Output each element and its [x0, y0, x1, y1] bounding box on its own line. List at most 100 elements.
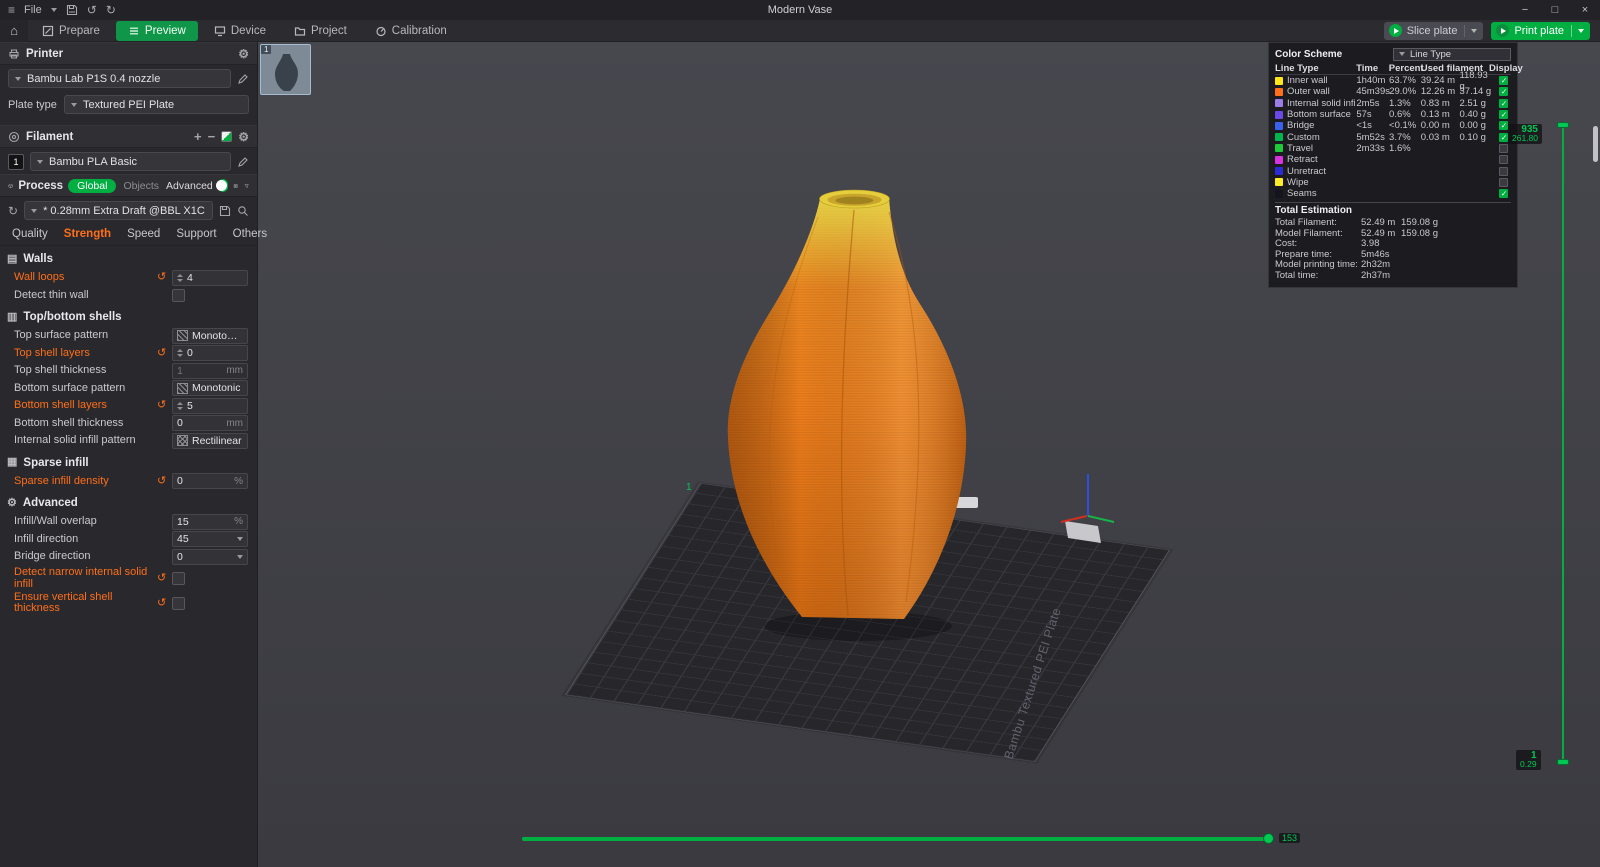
printer-preset-dropdown[interactable]: Bambu Lab P1S 0.4 nozzle [8, 69, 231, 88]
display-checkbox[interactable] [1498, 189, 1509, 199]
bottom-shell-layers-input[interactable]: 5 [172, 397, 248, 414]
infill-direction-input[interactable]: 45 [172, 531, 248, 548]
search-params-icon[interactable] [237, 205, 249, 217]
bridge-direction-input[interactable]: 0 [172, 548, 248, 565]
tab-device[interactable]: Device [202, 21, 278, 41]
line-type-row: Inner wall 1h40m 63.7% 39.24 m 118.93 g [1275, 70, 1511, 92]
bottom-shell-thickness-input[interactable]: 0 mm [172, 415, 248, 432]
group-advanced[interactable]: ⚙ Advanced [0, 493, 257, 513]
printer-section-header[interactable]: Printer ⚙ [0, 42, 257, 65]
param-list-icon[interactable] [233, 180, 238, 192]
wall-loops-input[interactable]: 4 [172, 269, 248, 286]
top-shell-layers-input[interactable]: 0 [172, 345, 248, 362]
spinner-icon[interactable] [177, 349, 183, 357]
filament-section-header[interactable]: Filament + − ⚙ [0, 125, 257, 148]
display-checkbox[interactable] [1498, 87, 1509, 97]
internal-solid-infill-pattern-select[interactable]: Rectilinear [172, 432, 248, 449]
group-sparse-infill[interactable]: ▦ Sparse infill [0, 453, 257, 473]
bottom-surface-pattern-select[interactable]: Monotonic [172, 380, 248, 397]
viewport-scrollbar[interactable] [1593, 126, 1598, 162]
layer-slider-bottom-handle[interactable] [1557, 759, 1569, 765]
tab-calibration[interactable]: Calibration [363, 21, 459, 41]
display-checkbox[interactable] [1498, 177, 1508, 187]
param-detect-narrow-infill: Detect narrow internal solid infill ↺ [0, 566, 257, 592]
minimize-button[interactable]: − [1510, 0, 1540, 20]
filament-color-swatch[interactable]: 1 [8, 153, 24, 170]
redo-icon[interactable]: ↻ [106, 0, 116, 20]
tab-others[interactable]: Others [225, 228, 276, 240]
display-checkbox[interactable] [1498, 132, 1509, 142]
process-preset-dropdown[interactable]: * 0.28mm Extra Draft @BBL X1C [24, 201, 213, 220]
reset-icon[interactable]: ↺ [157, 347, 168, 359]
reset-icon[interactable]: ↺ [157, 573, 168, 584]
home-tab[interactable]: ⌂ [0, 19, 28, 42]
tab-speed[interactable]: Speed [119, 228, 168, 240]
viewport-3d[interactable]: 1 Bambu Textured PEI Plate 1 Color Schem… [258, 42, 1600, 867]
estimation-row: Cost: 3.98 [1275, 238, 1380, 250]
move-slider-track[interactable] [522, 837, 1270, 841]
display-checkbox[interactable] [1498, 110, 1509, 120]
spinner-icon[interactable] [177, 274, 183, 282]
group-walls[interactable]: ▤ Walls [0, 249, 257, 269]
printer-edit-icon[interactable] [237, 73, 249, 85]
reset-icon[interactable]: ↺ [157, 597, 168, 609]
tab-prepare[interactable]: Prepare [30, 21, 112, 41]
top-shell-thickness-input[interactable]: 1 mm [172, 362, 248, 379]
printer-settings-gear-icon[interactable]: ⚙ [238, 48, 249, 60]
estimation-row: Model Filament: 52.49 m 159.08 g [1275, 227, 1438, 239]
scope-global-pill[interactable]: Global [68, 178, 117, 193]
menu-icon[interactable]: ≡ [8, 0, 15, 20]
sync-preset-icon[interactable]: ↻ [8, 205, 18, 217]
reset-icon[interactable]: ↺ [157, 400, 168, 411]
print-plate-button[interactable]: Print plate [1491, 21, 1590, 40]
filament-preset-dropdown[interactable]: Bambu PLA Basic [30, 152, 231, 171]
display-checkbox[interactable] [1498, 143, 1508, 153]
advanced-toggle[interactable] [216, 179, 229, 192]
slice-plate-button[interactable]: Slice plate [1383, 21, 1484, 40]
reset-icon[interactable]: ↺ [157, 475, 168, 487]
print-dropdown-caret[interactable] [1572, 28, 1590, 33]
filament-settings-gear-icon[interactable]: ⚙ [238, 131, 249, 143]
line-type-row: Unretract [1275, 165, 1511, 177]
tab-project[interactable]: Project [282, 21, 359, 41]
layer-slider-track[interactable] [1562, 125, 1564, 765]
slice-dropdown-caret[interactable] [1465, 28, 1483, 33]
save-icon[interactable] [66, 4, 78, 16]
detect-narrow-infill-checkbox[interactable] [172, 572, 185, 585]
detect-thin-wall-checkbox[interactable] [172, 288, 185, 302]
file-menu[interactable]: File [24, 4, 42, 16]
display-checkbox[interactable] [1498, 98, 1509, 108]
tab-quality[interactable]: Quality [4, 228, 56, 240]
close-button[interactable]: × [1570, 0, 1600, 20]
sparse-infill-density-input[interactable]: 0 % [172, 473, 248, 490]
filament-edit-icon[interactable] [237, 156, 249, 168]
tab-support[interactable]: Support [168, 228, 224, 240]
move-slider-handle[interactable] [1263, 833, 1274, 844]
plate-type-dropdown[interactable]: Textured PEI Plate [64, 95, 249, 114]
ensure-vertical-thickness-checkbox[interactable] [172, 596, 185, 610]
top-surface-pattern-select[interactable]: Monotonic li... [172, 327, 248, 344]
tab-strength[interactable]: Strength [56, 228, 119, 240]
home-icon: ⌂ [10, 23, 18, 38]
reset-icon[interactable]: ↺ [157, 272, 168, 283]
display-checkbox[interactable] [1498, 155, 1508, 165]
remove-filament-button[interactable]: − [208, 130, 216, 143]
view-type-dropdown[interactable]: Line Type [1393, 47, 1511, 61]
filter-params-icon[interactable] [244, 180, 249, 192]
tab-preview[interactable]: Preview [115, 20, 198, 41]
vase-model[interactable] [727, 189, 967, 619]
display-checkbox[interactable] [1498, 121, 1509, 131]
maximize-button[interactable]: □ [1540, 0, 1570, 20]
undo-icon[interactable]: ↺ [87, 0, 97, 20]
scope-objects-button[interactable]: Objects [121, 180, 161, 192]
spinner-icon[interactable] [177, 402, 183, 410]
add-filament-button[interactable]: + [194, 130, 202, 143]
plate-thumbnail[interactable]: 1 [260, 44, 311, 95]
flush-volumes-icon[interactable] [221, 131, 233, 142]
group-shells[interactable]: ▥ Top/bottom shells [0, 307, 257, 327]
display-checkbox[interactable] [1498, 166, 1508, 176]
infill-wall-overlap-input[interactable]: 15 % [172, 513, 248, 530]
display-checkbox[interactable] [1498, 76, 1509, 86]
layer-slider-top-handle[interactable] [1557, 122, 1569, 128]
save-preset-icon[interactable] [219, 205, 231, 217]
